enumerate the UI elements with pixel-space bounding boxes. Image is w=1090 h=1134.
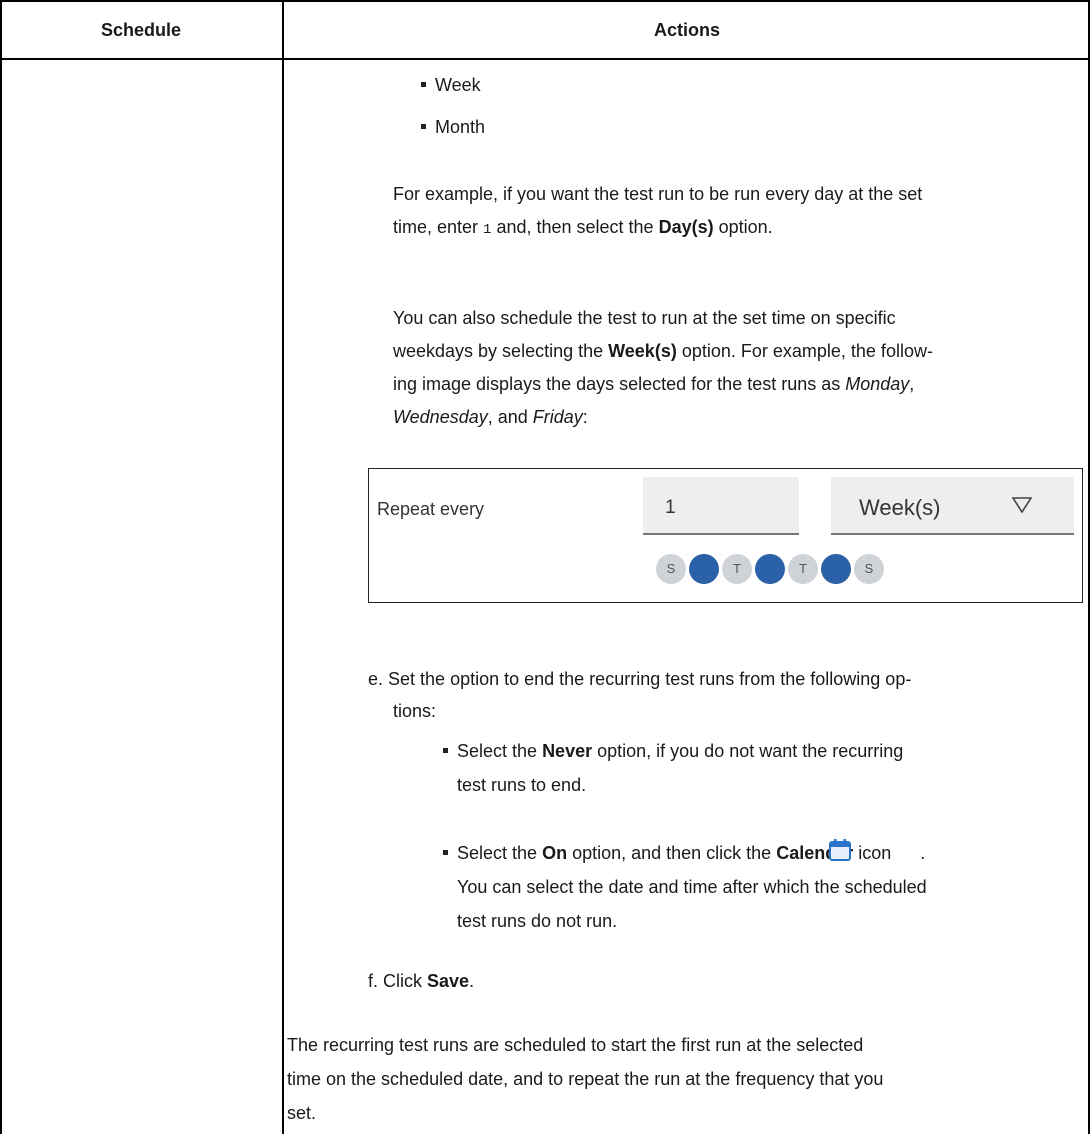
weekday-toggle-s: S <box>656 554 686 584</box>
weekday-toggle-m: M <box>689 554 719 584</box>
weekday-toggle-f: F <box>821 554 851 584</box>
repeat-count-field: 1 <box>643 477 799 535</box>
repeat-count-value: 1 <box>665 497 676 518</box>
repeat-every-screenshot: Repeat every 1 Week(s) SMTWTFS <box>368 468 1083 603</box>
weekday-toggle-t: T <box>722 554 752 584</box>
repeat-unit-select: Week(s) <box>831 477 1074 535</box>
weekday-toggle-w: W <box>755 554 785 584</box>
list-item: Week <box>421 70 481 101</box>
step-e-continuation: tions: <box>393 701 437 721</box>
header-divider <box>0 58 1090 60</box>
step-e: e. Set the option to end the recurring t… <box>368 669 912 689</box>
paragraph-week-example: You can also schedule the test to run at… <box>393 308 933 427</box>
bullet-icon <box>443 747 448 753</box>
list-item-on: Select the On option, and then click the… <box>443 836 1083 938</box>
table-border-top <box>0 0 1089 2</box>
list-item: Month <box>421 112 485 143</box>
dropdown-triangle-icon <box>1011 497 1033 514</box>
column-header-schedule: Schedule <box>100 20 182 40</box>
step-f: f. Click Save. <box>368 971 475 991</box>
bullet-icon <box>421 81 426 87</box>
bullet-icon <box>443 849 448 855</box>
calendar-icon <box>829 839 851 861</box>
repeat-unit-value: Week(s) <box>859 495 941 520</box>
weekday-toggle-t: T <box>788 554 818 584</box>
column-divider <box>282 0 284 1134</box>
table-border-left <box>0 0 2 1134</box>
list-item-never: Select the Never option, if you do not w… <box>443 734 1083 802</box>
weekday-toggle-s: S <box>854 554 884 584</box>
column-header-actions: Actions <box>653 20 720 40</box>
bullet-icon <box>421 123 426 129</box>
paragraph-day-example: For example, if you want the test run to… <box>393 184 923 238</box>
result-paragraph: The recurring test runs are scheduled to… <box>287 1035 884 1123</box>
repeat-every-label: Repeat every <box>377 499 485 519</box>
